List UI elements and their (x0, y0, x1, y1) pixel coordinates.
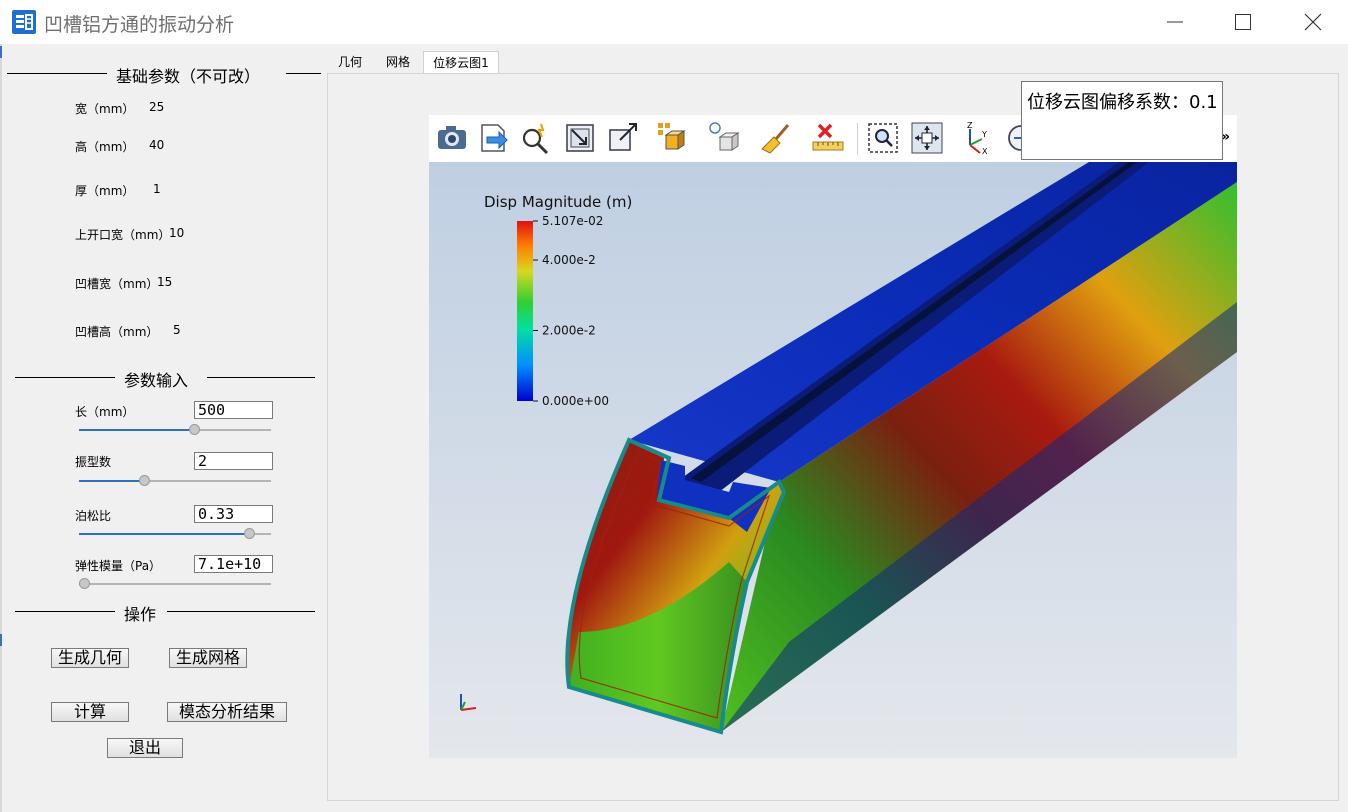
height-label: 高（mm） (75, 140, 135, 154)
camera-icon[interactable] (435, 121, 469, 155)
slider-handle[interactable] (79, 578, 90, 589)
generate-geometry-button[interactable]: 生成几何 (51, 648, 129, 668)
base-params-title: 基础参数（不可改） (116, 67, 261, 86)
width-value: 25 (149, 100, 165, 114)
param-input-title: 参数输入 (124, 371, 189, 390)
poisson-input[interactable]: 0.33 (194, 505, 273, 523)
offset-tooltip: 位移云图偏移系数：0.1 (1021, 81, 1223, 160)
close-button[interactable] (1290, 0, 1336, 44)
length-input[interactable]: 500 (194, 401, 273, 419)
reset-camera-icon[interactable] (563, 121, 597, 155)
legend-tick-label: 0.000e+00 (542, 394, 609, 408)
app-icon (12, 10, 36, 34)
top-opening-label: 上开口宽（mm） (75, 228, 171, 242)
divider (167, 611, 315, 612)
thickness-label: 厚（mm） (75, 184, 135, 198)
divider (207, 377, 315, 378)
minimize-button[interactable] (1152, 0, 1198, 44)
slider-handle[interactable] (243, 528, 255, 539)
groove-height-label: 凹槽高（mm） (75, 325, 159, 339)
window-title: 凹槽铝方通的振动分析 (44, 14, 235, 36)
minimize-icon (1167, 21, 1183, 23)
tooltip-text: 位移云图偏移系数：0.1 (1027, 92, 1218, 113)
legend-tick-label: 5.107e-02 (542, 214, 603, 228)
divider (7, 73, 107, 74)
svg-text:Z: Z (967, 121, 973, 130)
legend-title: Disp Magnitude (m) (484, 193, 632, 211)
axes-orientation-icon[interactable]: ZYX (960, 121, 994, 156)
pan-icon[interactable] (910, 121, 944, 155)
close-icon (1304, 13, 1322, 31)
groove-width-value: 15 (157, 275, 173, 289)
legend-colorbar (517, 221, 533, 401)
modulus-slider[interactable] (79, 577, 271, 591)
light-icon[interactable] (708, 121, 742, 155)
maximize-icon (1235, 14, 1251, 30)
exit-button[interactable]: 退出 (107, 738, 183, 758)
legend-tick-label: 4.000e-2 (542, 253, 596, 267)
mode-count-label: 振型数 (75, 455, 112, 469)
render-viewport[interactable]: ZYX Disp Magnitude (m) 5.107e-02 4.000e-… (429, 115, 1237, 758)
window-left-edge (0, 44, 2, 812)
legend-tick-label: 2.000e-2 (542, 324, 596, 338)
zoom-to-data-icon[interactable] (606, 121, 640, 155)
generate-mesh-button[interactable]: 生成网格 (169, 648, 247, 668)
edge-mark (0, 634, 2, 646)
displacement-plot[interactable]: Disp Magnitude (m) 5.107e-02 4.000e-2 2.00… (429, 162, 1237, 758)
interact-select-icon[interactable] (519, 121, 553, 155)
modulus-input[interactable]: 7.1e+10 (194, 555, 273, 573)
modulus-label: 弹性模量（Pa） (75, 559, 162, 573)
top-opening-value: 10 (169, 226, 185, 240)
poisson-label: 泊松比 (75, 509, 112, 523)
svg-text:Y: Y (981, 130, 987, 139)
operations-title: 操作 (124, 605, 157, 624)
groove-height-value: 5 (173, 323, 181, 337)
poisson-slider[interactable] (79, 527, 271, 541)
length-slider[interactable] (79, 423, 271, 437)
representation-icon[interactable] (656, 121, 690, 155)
tab-displacement[interactable]: 位移云图1 (423, 51, 499, 74)
mode-count-slider[interactable] (79, 474, 271, 488)
edge-mark (0, 46, 2, 58)
maximize-button[interactable] (1220, 0, 1266, 44)
height-value: 40 (149, 138, 165, 152)
compute-button[interactable]: 计算 (51, 702, 129, 722)
tab-geometry[interactable]: 几何 (332, 51, 368, 74)
divider (15, 611, 115, 612)
divider (286, 73, 321, 74)
export-icon[interactable] (477, 121, 511, 155)
groove-width-label: 凹槽宽（mm） (75, 277, 159, 291)
control-panel: 基础参数（不可改） 宽（mm） 25 高（mm） 40 厚（mm） 1 上开口宽… (3, 47, 324, 800)
mode-count-input[interactable]: 2 (194, 452, 273, 470)
slider-handle[interactable] (138, 475, 150, 486)
clear-icon[interactable] (760, 121, 794, 155)
zoom-box-icon[interactable] (866, 121, 900, 155)
modal-results-button[interactable]: 模态分析结果 (167, 702, 287, 722)
length-label: 长（mm） (75, 405, 135, 419)
thickness-value: 1 (153, 182, 161, 196)
divider (15, 377, 115, 378)
ruler-icon[interactable] (811, 121, 845, 155)
tab-mesh[interactable]: 网格 (378, 51, 418, 74)
title-bar: 凹槽铝方通的振动分析 (0, 0, 1348, 44)
width-label: 宽（mm） (75, 102, 135, 116)
slider-handle[interactable] (189, 424, 201, 435)
toolbar-separator (857, 123, 858, 155)
svg-text:X: X (982, 147, 988, 155)
